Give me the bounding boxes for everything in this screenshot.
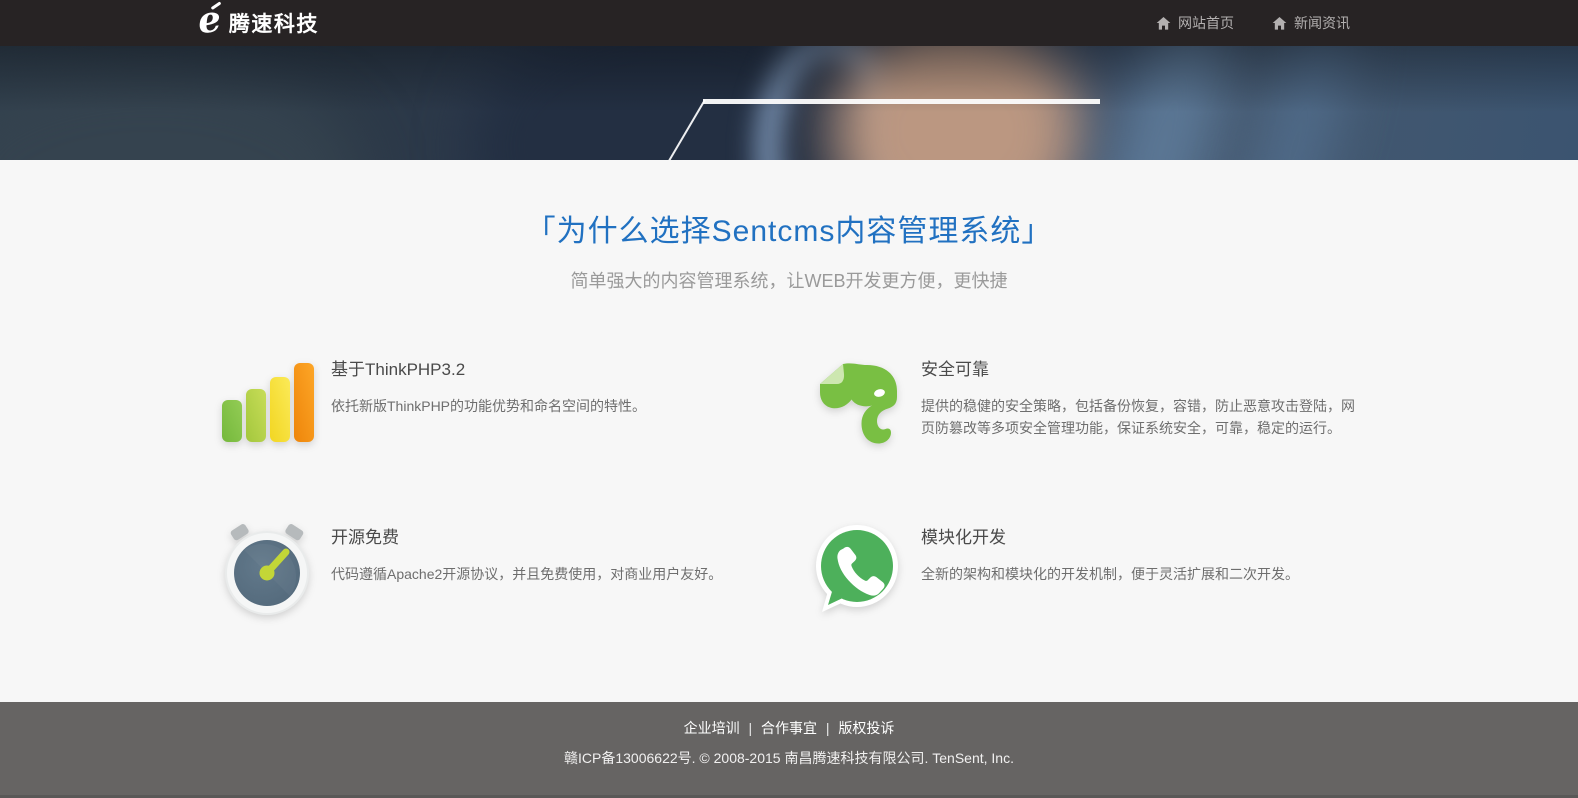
feature-title: 开源免费	[331, 523, 722, 548]
nav-item-label: 网站首页	[1178, 13, 1234, 33]
feature-text: 模块化开发 全新的架构和模块化的开发机制，便于灵活扩展和二次开发。	[921, 521, 1299, 586]
footer-link-cooperation[interactable]: 合作事宜	[761, 720, 817, 736]
nav-item-label: 新闻资讯	[1294, 13, 1350, 33]
bar-chart-icon	[219, 353, 315, 449]
intro-section: 「为什么选择Sentcms内容管理系统」 简单强大的内容管理系统，让WEB开发更…	[0, 160, 1578, 293]
section-subtitle: 简单强大的内容管理系统，让WEB开发更方便，更快捷	[0, 267, 1578, 293]
footer-separator: |	[748, 720, 752, 736]
feature-opensource: 开源免费 代码遵循Apache2开源协议，并且免费使用，对商业用户友好。	[219, 521, 789, 617]
stopwatch-icon	[219, 521, 315, 617]
feature-thinkphp: 基于ThinkPHP3.2 依托新版ThinkPHP的功能优势和命名空间的特性。	[219, 353, 789, 449]
section-title: 「为什么选择Sentcms内容管理系统」	[0, 206, 1578, 250]
feature-text: 基于ThinkPHP3.2 依托新版ThinkPHP的功能优势和命名空间的特性。	[331, 353, 646, 418]
feature-grid: 基于ThinkPHP3.2 依托新版ThinkPHP的功能优势和命名空间的特性。…	[219, 353, 1359, 617]
main-nav: 网站首页 新闻资讯	[1156, 13, 1350, 33]
feature-desc: 依托新版ThinkPHP的功能优势和命名空间的特性。	[331, 396, 646, 418]
nav-item-news[interactable]: 新闻资讯	[1272, 13, 1350, 33]
top-navbar: e 腾速科技 网站首页 新闻资讯	[0, 0, 1578, 46]
feature-title: 基于ThinkPHP3.2	[331, 355, 646, 380]
hero-carousel	[0, 46, 1578, 160]
logo-text: 腾速科技	[229, 8, 319, 38]
feature-text: 安全可靠 提供的稳健的安全策略，包括备份恢复，容错，防止恶意攻击登陆，网页防篡改…	[921, 353, 1359, 439]
banner-horizontal-line	[703, 99, 1100, 104]
whatsapp-icon	[809, 521, 905, 617]
feature-security: 安全可靠 提供的稳健的安全策略，包括备份恢复，容错，防止恶意攻击登陆，网页防篡改…	[789, 353, 1359, 449]
footer-link-training[interactable]: 企业培训	[684, 720, 740, 736]
feature-modular: 模块化开发 全新的架构和模块化的开发机制，便于灵活扩展和二次开发。	[789, 521, 1359, 617]
footer-copyright: 赣ICP备13006622号. © 2008-2015 南昌腾速科技有限公司. …	[0, 748, 1578, 768]
feature-desc: 代码遵循Apache2开源协议，并且免费使用，对商业用户友好。	[331, 564, 722, 586]
footer-separator: |	[826, 720, 830, 736]
home-icon	[1156, 16, 1171, 31]
footer-links: 企业培训 | 合作事宜 | 版权投诉	[0, 702, 1578, 738]
logo-e-icon: e	[196, 3, 222, 38]
feature-desc: 提供的稳健的安全策略，包括备份恢复，容错，防止恶意攻击登陆，网页防篡改等多项安全…	[921, 396, 1359, 439]
feature-title: 模块化开发	[921, 523, 1299, 548]
evernote-elephant-icon	[809, 353, 905, 449]
site-logo[interactable]: e 腾速科技	[198, 7, 319, 39]
feature-desc: 全新的架构和模块化的开发机制，便于灵活扩展和二次开发。	[921, 564, 1299, 586]
nav-item-home[interactable]: 网站首页	[1156, 13, 1234, 33]
home-icon	[1272, 16, 1287, 31]
main-content: 「为什么选择Sentcms内容管理系统」 简单强大的内容管理系统，让WEB开发更…	[0, 160, 1578, 702]
page-footer: 企业培训 | 合作事宜 | 版权投诉 赣ICP备13006622号. © 200…	[0, 702, 1578, 798]
footer-link-complaint[interactable]: 版权投诉	[838, 720, 894, 736]
feature-text: 开源免费 代码遵循Apache2开源协议，并且免费使用，对商业用户友好。	[331, 521, 722, 586]
feature-title: 安全可靠	[921, 355, 1359, 380]
